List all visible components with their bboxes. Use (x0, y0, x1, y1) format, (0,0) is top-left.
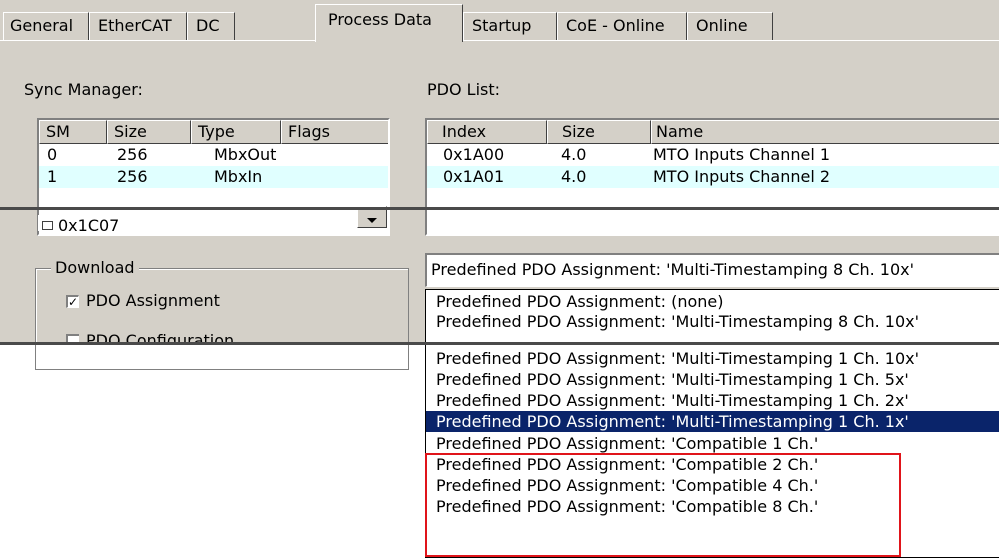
sm-cell: 0 (47, 145, 58, 164)
dropdown-option-highlighted[interactable]: Predefined PDO Assignment: 'Multi-Timest… (426, 411, 999, 432)
name-cell: MTO Inputs Channel 2 (653, 167, 831, 186)
size-cell: 4.0 (561, 145, 587, 164)
dropdown-option[interactable]: Predefined PDO Assignment: 'Multi-Timest… (426, 348, 999, 369)
index-cell: 0x1A01 (443, 167, 505, 186)
screenshot-cut-divider (0, 342, 999, 345)
column-header-size[interactable]: Size (547, 120, 651, 144)
arrow-down-icon (367, 218, 377, 223)
pdo-assignment-combobox[interactable]: Predefined PDO Assignment: 'Multi-Timest… (425, 253, 999, 287)
pdo-assignment-checkbox[interactable]: ✓ (66, 295, 79, 308)
type-cell: MbxIn (214, 167, 263, 186)
index-cell: 0x1A00 (443, 145, 505, 164)
sync-manager-title: Sync Manager: (24, 80, 143, 99)
tab-startup[interactable]: Startup (463, 12, 557, 40)
dropdown-option[interactable]: Predefined PDO Assignment: 'Multi-Timest… (426, 390, 999, 411)
size-cell: 256 (117, 145, 148, 164)
column-header-index[interactable]: Index (427, 120, 547, 144)
name-cell: MTO Inputs Channel 1 (653, 145, 831, 164)
tab-coe-online[interactable]: CoE - Online (557, 12, 687, 40)
download-groupbox (35, 268, 409, 370)
pdo-list[interactable]: Index Size Name 0x1A00 4.0 MTO Inputs Ch… (425, 118, 999, 236)
download-group-title: Download (51, 257, 139, 279)
column-header-flags[interactable]: Flags (281, 120, 388, 144)
dropdown-option[interactable]: Predefined PDO Assignment: 'Compatible 1… (426, 433, 999, 454)
table-row[interactable]: 0x1A00 4.0 MTO Inputs Channel 1 (427, 144, 999, 166)
table-row[interactable]: 0 256 MbxOut (39, 144, 388, 166)
tab-ethercat[interactable]: EtherCAT (89, 12, 187, 40)
pdo-assignment-label: PDO Assignment (86, 291, 220, 310)
tab-general[interactable]: General (3, 12, 89, 40)
pdo-list-title: PDO List: (427, 80, 501, 99)
column-header-name[interactable]: Name (651, 120, 999, 144)
remnant-label: 0x1C07 (58, 216, 120, 231)
screenshot-cut-divider (0, 207, 999, 210)
tab-online[interactable]: Online (687, 12, 773, 40)
column-header-sm[interactable]: SM (39, 120, 107, 144)
table-row[interactable]: 1 256 MbxIn (39, 166, 388, 188)
table-row[interactable]: 0x1A01 4.0 MTO Inputs Channel 2 (427, 166, 999, 188)
sync-manager-remnant: 0x1C07 (38, 215, 388, 231)
size-cell: 256 (117, 167, 148, 186)
tab-process-data[interactable]: Process Data (315, 4, 463, 42)
column-header-type[interactable]: Type (191, 120, 281, 144)
annotation-highlight-box (425, 453, 901, 557)
dropdown-option[interactable]: Predefined PDO Assignment: (none) (426, 291, 999, 312)
column-header-size[interactable]: Size (107, 120, 191, 144)
type-cell: MbxOut (214, 145, 277, 164)
tab-divider (0, 40, 999, 41)
dropdown-option[interactable]: Predefined PDO Assignment: 'Multi-Timest… (426, 311, 999, 332)
checkbox-icon (42, 221, 53, 230)
tab-dc[interactable]: DC (187, 12, 235, 40)
dropdown-option[interactable]: Predefined PDO Assignment: 'Multi-Timest… (426, 369, 999, 390)
size-cell: 4.0 (561, 167, 587, 186)
sm-cell: 1 (47, 167, 58, 186)
